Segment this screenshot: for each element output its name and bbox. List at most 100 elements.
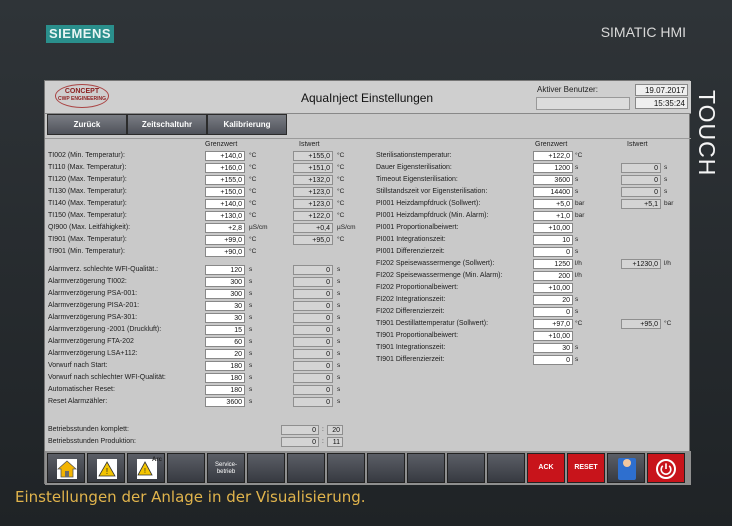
setpoint-input[interactable]: +90,0 xyxy=(205,247,245,257)
setpoint-input[interactable]: +97,0 xyxy=(533,319,573,329)
unit-label: °C xyxy=(337,212,345,219)
calibration-button[interactable]: Kalibrierung xyxy=(207,114,287,135)
fkey-empty-6[interactable] xyxy=(407,453,445,483)
figure-caption: Einstellungen der Anlage in der Visualis… xyxy=(15,488,366,506)
unit-label: s xyxy=(575,296,579,303)
row-label: Automatischer Reset: xyxy=(48,386,115,393)
time-display: 15:35:24 xyxy=(635,97,688,109)
unit-label: s xyxy=(664,188,668,195)
alarm-archive-button[interactable]: ! Arc xyxy=(127,453,165,483)
setpoint-input[interactable]: 0 xyxy=(533,307,573,317)
actual-value: 0 xyxy=(293,373,333,383)
unit-label: s xyxy=(249,386,253,393)
ack-button[interactable]: ACK xyxy=(527,453,565,483)
setpoint-input[interactable]: +150,0 xyxy=(205,187,245,197)
row-label: TI130 (Max. Temperatur): xyxy=(48,188,127,195)
fkey-empty-7[interactable] xyxy=(447,453,485,483)
service-mode-button[interactable]: Service-betrieb xyxy=(207,453,245,483)
setpoint-input[interactable]: +99,0 xyxy=(205,235,245,245)
actual-value: +151,0 xyxy=(293,163,333,173)
date-display: 19.07.2017 xyxy=(635,84,688,96)
home-icon xyxy=(57,459,77,479)
setpoint-input[interactable]: +10,00 xyxy=(533,283,573,293)
setpoint-input[interactable]: +140,0 xyxy=(205,151,245,161)
row-label: TI901 Integrationszeit: xyxy=(376,344,446,351)
concept-logo: CONCEPT CWP ENGINEERING xyxy=(55,84,109,108)
actual-value: 0 xyxy=(293,265,333,275)
row-label: PI001 Proportionalbeiwert: xyxy=(376,224,459,231)
setpoint-input[interactable]: 20 xyxy=(533,295,573,305)
setpoint-input[interactable]: 200 xyxy=(533,271,573,281)
fkey-empty-1[interactable] xyxy=(167,453,205,483)
setpoint-input[interactable]: 30 xyxy=(533,343,573,353)
fkey-empty-2[interactable] xyxy=(247,453,285,483)
unit-label: °C xyxy=(249,248,257,255)
setpoint-input[interactable]: +122,0 xyxy=(533,151,573,161)
setpoint-input[interactable]: +155,0 xyxy=(205,175,245,185)
actual-value: +1230,0 xyxy=(621,259,661,269)
setpoint-input[interactable]: +5,0 xyxy=(533,199,573,209)
row-label: TI901 (Min. Temperatur): xyxy=(48,248,125,255)
right-set-header: Grenzwert xyxy=(535,141,568,148)
row-label: TI901 (Max. Temperatur): xyxy=(48,236,127,243)
setpoint-input[interactable]: +10,00 xyxy=(533,331,573,341)
fkey-empty-8[interactable] xyxy=(487,453,525,483)
setpoint-input[interactable]: 20 xyxy=(205,349,245,359)
timer-button[interactable]: Zeitschaltuhr xyxy=(127,114,207,135)
setpoint-input[interactable]: 1200 xyxy=(533,163,573,173)
setpoint-input[interactable]: 60 xyxy=(205,337,245,347)
setpoint-input[interactable]: 180 xyxy=(205,373,245,383)
setpoint-input[interactable]: 180 xyxy=(205,361,245,371)
fkey-empty-4[interactable] xyxy=(327,453,365,483)
setpoint-input[interactable]: +130,0 xyxy=(205,211,245,221)
setpoint-input[interactable]: 300 xyxy=(205,289,245,299)
fkey-empty-3[interactable] xyxy=(287,453,325,483)
unit-label: s xyxy=(249,398,253,405)
unit-label: s xyxy=(249,302,253,309)
home-button[interactable] xyxy=(47,453,85,483)
setpoint-input[interactable]: +140,0 xyxy=(205,199,245,209)
setpoint-input[interactable]: 1250 xyxy=(533,259,573,269)
unit-label: s xyxy=(337,314,341,321)
actual-value: 0 xyxy=(293,301,333,311)
hours-value: 0 xyxy=(281,437,319,447)
fkey-empty-5[interactable] xyxy=(367,453,405,483)
back-button[interactable]: Zurück xyxy=(47,114,127,135)
setpoint-input[interactable]: 120 xyxy=(205,265,245,275)
setpoint-input[interactable]: 0 xyxy=(533,355,573,365)
reset-button[interactable]: RESET xyxy=(567,453,605,483)
setpoint-input[interactable]: 14400 xyxy=(533,187,573,197)
exit-button[interactable] xyxy=(647,453,685,483)
setpoint-input[interactable]: +1,0 xyxy=(533,211,573,221)
setpoint-input[interactable]: 180 xyxy=(205,385,245,395)
setpoint-input[interactable]: 15 xyxy=(205,325,245,335)
user-button[interactable] xyxy=(607,453,645,483)
unit-label: °C xyxy=(249,188,257,195)
unit-label: s xyxy=(337,398,341,405)
setpoint-input[interactable]: 30 xyxy=(205,301,245,311)
setpoint-input[interactable]: 10 xyxy=(533,235,573,245)
unit-label: °C xyxy=(664,320,672,327)
unit-label: s xyxy=(575,176,579,183)
unit-label: s xyxy=(575,188,579,195)
setpoint-input[interactable]: 0 xyxy=(533,247,573,257)
unit-label: °C xyxy=(575,152,583,159)
alarm-view-button[interactable]: ! xyxy=(87,453,125,483)
setpoint-input[interactable]: 3600 xyxy=(533,175,573,185)
row-label: FI202 Speisewassermenge (Sollwert): xyxy=(376,260,495,267)
unit-label: s xyxy=(337,374,341,381)
setpoint-input[interactable]: +160,0 xyxy=(205,163,245,173)
setpoint-input[interactable]: 300 xyxy=(205,277,245,287)
row-label: Vorwurf nach schlechter WFI-Qualität: xyxy=(48,374,166,381)
setpoint-input[interactable]: 3600 xyxy=(205,397,245,407)
hours-separator: : xyxy=(322,438,324,445)
actual-value: 0 xyxy=(293,337,333,347)
unit-label: °C xyxy=(249,212,257,219)
unit-label: °C xyxy=(337,176,345,183)
setpoint-input[interactable]: 30 xyxy=(205,313,245,323)
row-label: Alarmverzögerung PISA-201: xyxy=(48,302,140,309)
unit-label: µS/cm xyxy=(337,224,356,231)
setpoint-input[interactable]: +10,00 xyxy=(533,223,573,233)
actual-value: 0 xyxy=(293,277,333,287)
setpoint-input[interactable]: +2,8 xyxy=(205,223,245,233)
